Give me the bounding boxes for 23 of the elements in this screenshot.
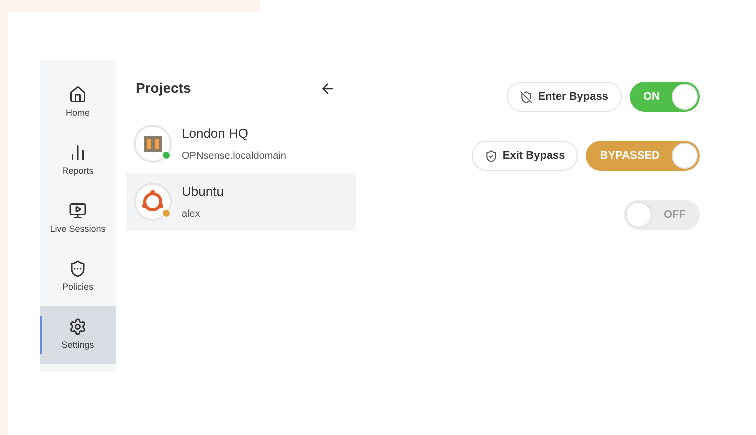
sidebar-item[interactable]: Settings (40, 306, 116, 364)
project-name: London HQ (182, 125, 250, 144)
project-item[interactable]: London HQ OPNsense.localdomain (126, 115, 356, 173)
back-arrow-icon[interactable] (320, 80, 336, 96)
bar-chart-icon (69, 144, 87, 162)
panel-title: Projects (136, 79, 192, 98)
monitor-play-icon (69, 202, 87, 220)
gear-icon (69, 318, 87, 336)
sidebar-item[interactable]: Reports (40, 132, 116, 190)
bypass-button[interactable]: Enter Bypass (507, 82, 622, 112)
sidebar-item[interactable]: Home (40, 74, 116, 132)
project-subtitle: OPNsense.localdomain (182, 150, 286, 164)
shield-check-icon (484, 150, 498, 162)
sidebar-item[interactable]: Policies (40, 248, 116, 306)
bypass-button[interactable]: Exit Bypass (472, 141, 578, 171)
shield-off-icon (520, 90, 534, 104)
home-icon (69, 86, 87, 104)
project-item[interactable]: Ubuntu alex (126, 173, 356, 231)
firewall-icon (142, 134, 164, 154)
project-name: Ubuntu (182, 183, 224, 202)
shield-icon (69, 260, 87, 278)
project-subtitle: alex (182, 208, 202, 222)
sidebar-item[interactable]: Live Sessions (40, 190, 116, 248)
